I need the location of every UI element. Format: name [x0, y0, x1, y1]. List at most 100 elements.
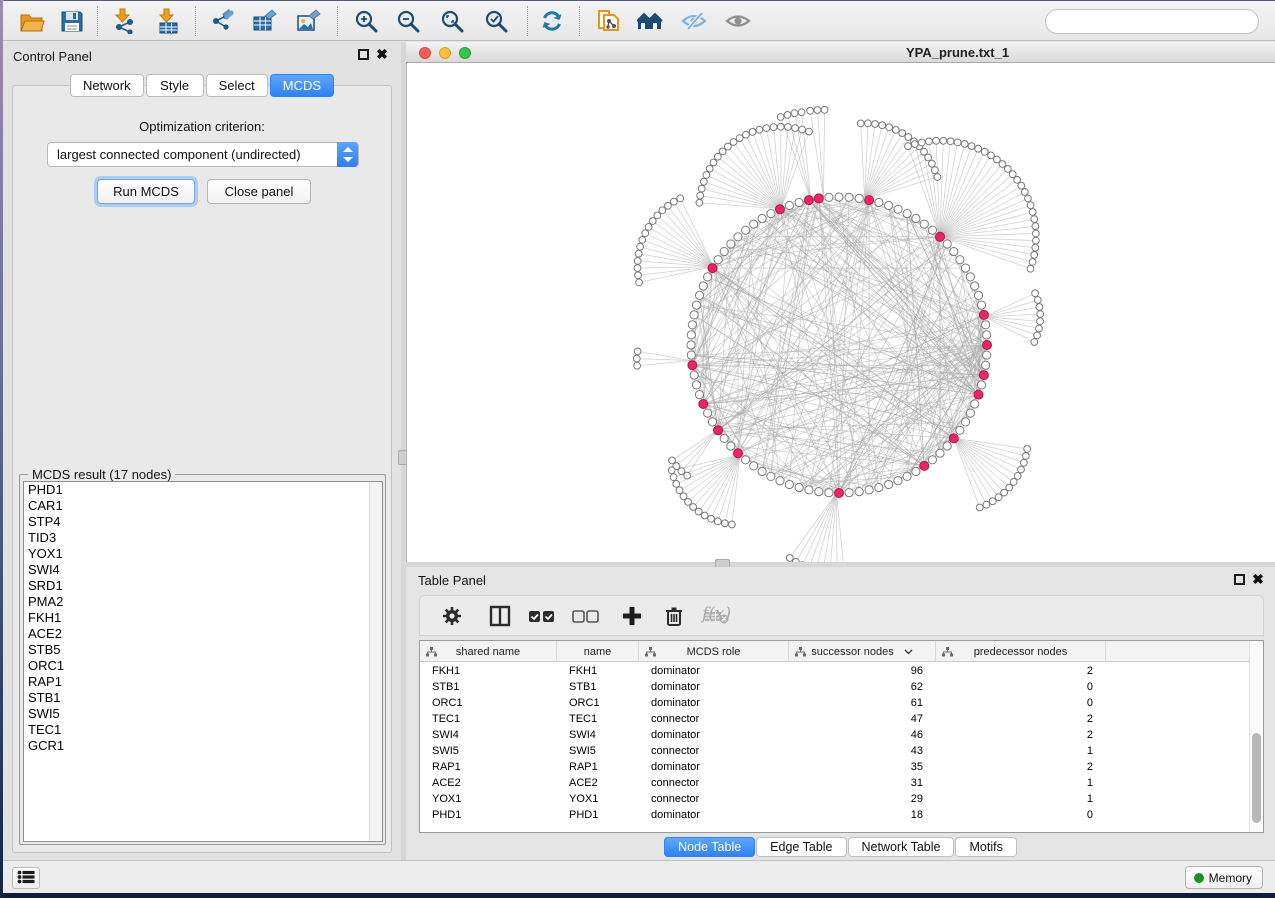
column-header-name[interactable]: name	[557, 641, 639, 662]
table-row[interactable]: ORC1ORC1dominator610	[420, 695, 1250, 711]
cell-name: PHD1	[557, 807, 639, 823]
zoom-out-button[interactable]	[391, 4, 425, 38]
refresh-button[interactable]	[535, 4, 569, 38]
result-item[interactable]: STB5	[24, 642, 382, 658]
table-row[interactable]: FKH1FKH1dominator962	[420, 663, 1250, 679]
export-table-button[interactable]	[247, 4, 281, 38]
table-row[interactable]: SWI4SWI4dominator462	[420, 727, 1250, 743]
table-row[interactable]: RAP1RAP1dominator352	[420, 759, 1250, 775]
close-table-panel-icon[interactable]: ✖	[1251, 572, 1265, 586]
cell-shared-name: STB1	[420, 679, 557, 695]
result-item[interactable]: RAP1	[24, 674, 382, 690]
cell-MCDS-role: connector	[639, 743, 789, 759]
tab-motifs[interactable]: Motifs	[955, 837, 1016, 857]
result-item[interactable]: ORC1	[24, 658, 382, 674]
result-item[interactable]: FKH1	[24, 610, 382, 626]
toolbar-separator	[97, 6, 98, 36]
zoom-selected-button[interactable]	[479, 4, 513, 38]
table-row[interactable]: YOX1YOX1connector291	[420, 791, 1250, 807]
network-graph[interactable]	[407, 63, 1275, 562]
close-panel-icon[interactable]: ✖	[375, 47, 389, 61]
save-button[interactable]	[55, 4, 89, 38]
result-item[interactable]: SWI4	[24, 562, 382, 578]
clone-network-button[interactable]	[591, 4, 625, 38]
table-row[interactable]: STB1STB1dominator620	[420, 679, 1250, 695]
table-row[interactable]: PHD1PHD1dominator180	[420, 807, 1250, 823]
import-network-icon	[111, 8, 137, 34]
table-scrollbar[interactable]	[1249, 641, 1263, 832]
maximize-window-icon[interactable]	[459, 47, 471, 59]
result-item[interactable]: STP4	[24, 514, 382, 530]
cell-name: SWI5	[557, 743, 639, 759]
deselect-all-button[interactable]	[572, 603, 600, 631]
close-window-icon[interactable]	[419, 47, 431, 59]
home-button[interactable]	[633, 4, 667, 38]
zoom-fit-button[interactable]	[435, 4, 469, 38]
float-table-panel-icon[interactable]	[1234, 574, 1245, 585]
run-mcds-button[interactable]: Run MCDS	[97, 179, 195, 204]
tab-style[interactable]: Style	[146, 74, 204, 97]
delete-button[interactable]	[660, 603, 688, 631]
result-item[interactable]: GCR1	[24, 738, 382, 754]
import-network-button[interactable]	[107, 4, 141, 38]
result-item[interactable]: ACE2	[24, 626, 382, 642]
optimization-dropdown[interactable]: largest connected component (undirected)	[47, 142, 359, 167]
close-panel-button[interactable]: Close panel	[207, 179, 311, 204]
mcds-result-list[interactable]: PHD1CAR1STP4TID3YOX1SWI4SRD1PMA2FKH1ACE2…	[23, 481, 383, 842]
import-table-button[interactable]	[151, 4, 185, 38]
table-panel-title: Table Panel	[418, 573, 486, 588]
result-item[interactable]: TEC1	[24, 722, 382, 738]
search-input[interactable]	[1045, 9, 1259, 34]
column-header-predecessor-nodes[interactable]: predecessor nodes	[936, 641, 1106, 662]
export-network-button[interactable]	[205, 4, 239, 38]
cell-shared-name: PHD1	[420, 807, 557, 823]
tab-node-table[interactable]: Node Table	[664, 837, 755, 857]
open-icon	[19, 8, 45, 34]
result-item[interactable]: PHD1	[24, 482, 382, 498]
toolbar-separator	[195, 6, 196, 36]
tab-network-table[interactable]: Network Table	[848, 837, 955, 857]
tab-select[interactable]: Select	[206, 74, 268, 97]
column-header-shared-name[interactable]: shared name	[420, 641, 557, 662]
result-item[interactable]: SRD1	[24, 578, 382, 594]
tab-network[interactable]: Network	[70, 74, 144, 97]
cell-successor-nodes: 62	[789, 679, 936, 695]
select-all-button[interactable]	[528, 603, 556, 631]
network-titlebar[interactable]: YPA_prune.txt_1	[406, 42, 1275, 63]
hide-eye-button[interactable]	[677, 4, 711, 38]
zoom-in-button[interactable]	[349, 4, 383, 38]
memory-button[interactable]: Memory	[1185, 866, 1263, 889]
function-icon[interactable]: f(x)	[702, 604, 731, 624]
table-row[interactable]: SWI5SWI5connector431	[420, 743, 1250, 759]
task-history-button[interactable]	[12, 867, 40, 889]
column-header-successor-nodes[interactable]: successor nodes	[789, 641, 936, 662]
gear-button[interactable]	[438, 603, 466, 631]
result-item[interactable]: YOX1	[24, 546, 382, 562]
table-scrollbar-thumb[interactable]	[1252, 733, 1261, 823]
table-row[interactable]: ACE2ACE2connector311	[420, 775, 1250, 791]
result-item[interactable]: PMA2	[24, 594, 382, 610]
result-item[interactable]: CAR1	[24, 498, 382, 514]
tab-edge-table[interactable]: Edge Table	[756, 837, 846, 857]
result-item[interactable]: STB1	[24, 690, 382, 706]
network-canvas[interactable]	[406, 63, 1275, 562]
result-list-scrollbar[interactable]	[369, 482, 382, 841]
export-image-button[interactable]	[291, 4, 325, 38]
open-button[interactable]	[15, 4, 49, 38]
toolbar-separator	[337, 6, 338, 36]
network-view-panel: YPA_prune.txt_1	[406, 42, 1275, 562]
split-columns-button[interactable]	[486, 603, 514, 631]
table-panel: Table Panel ✖ f(x) shared namenameMCDS r…	[406, 567, 1275, 860]
cell-MCDS-role: connector	[639, 711, 789, 727]
result-item[interactable]: TID3	[24, 530, 382, 546]
tab-mcds[interactable]: MCDS	[270, 74, 334, 97]
add-column-button[interactable]	[618, 603, 646, 631]
column-header-MCDS-role[interactable]: MCDS role	[639, 641, 789, 662]
minimize-window-icon[interactable]	[439, 47, 451, 59]
hide-eye-icon	[681, 8, 707, 34]
sort-desc-icon	[904, 649, 913, 655]
table-row[interactable]: TEC1TEC1connector472	[420, 711, 1250, 727]
show-eye-button[interactable]	[721, 4, 755, 38]
float-panel-icon[interactable]	[358, 49, 369, 60]
result-item[interactable]: SWI5	[24, 706, 382, 722]
